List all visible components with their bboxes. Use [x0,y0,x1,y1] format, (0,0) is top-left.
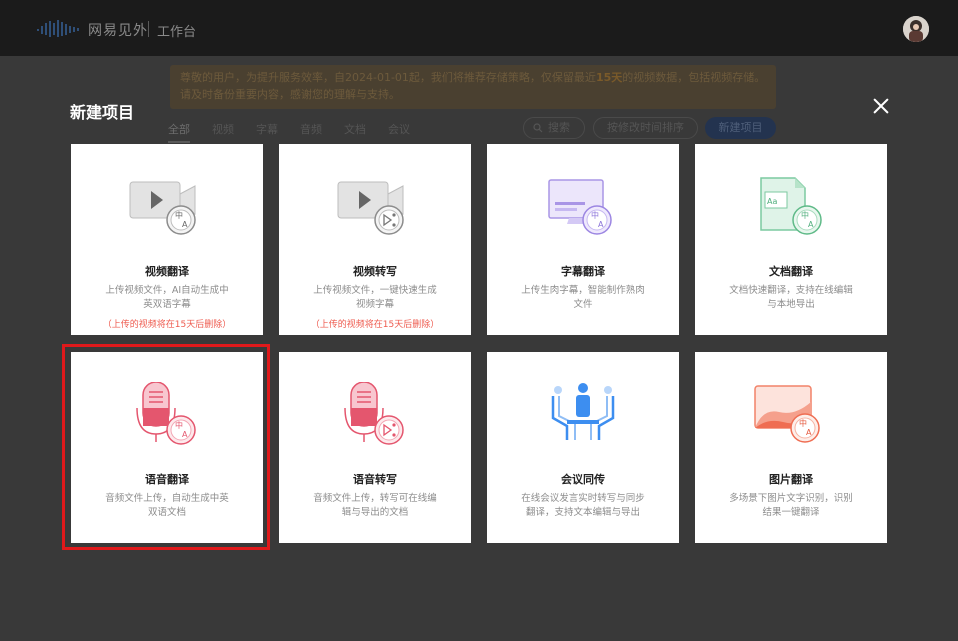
card-title: 会议同传 [561,473,605,486]
image-translate-icon: 中 A [754,385,820,443]
card-description: 在线会议发言实时转写与同步翻译，支持文本编辑与导出 [521,493,645,518]
notice-highlight: 15天 [595,71,623,84]
card-description: 文档快速翻译，支持在线编辑与本地导出 [729,285,853,310]
card-video-translate[interactable]: 中 A 视频翻译 上传视频文件，AI自动生成中英双语字幕 （上传的视频将在15天… [71,144,263,335]
background-sort: 按修改时间排序 ⌄ [593,117,698,154]
card-title: 语音转写 [353,473,397,486]
card-title: 视频翻译 [145,265,189,278]
card-title: 文档翻译 [769,265,813,278]
avatar[interactable] [903,16,929,42]
filter-tab-audio: 音频 [300,123,322,136]
video-transcribe-icon [337,181,404,235]
filter-tab-subtitle: 字幕 [256,123,278,136]
card-title: 图片翻译 [769,473,813,486]
document-translate-icon: Aa 中 A [760,177,822,235]
close-icon[interactable] [870,95,892,117]
brand-name[interactable]: 网易见外 [88,20,148,40]
card-description: 上传视频文件，一键快速生成视频字幕 [313,285,437,310]
brand-divider [148,21,149,37]
card-description: 上传视频文件，AI自动生成中英双语字幕 [105,285,229,310]
logo-icon [37,20,79,37]
modal-title: 新建项目 [70,103,135,122]
card-warning: （上传的视频将在15天后删除） [310,320,440,330]
card-video-transcribe[interactable]: 视频转写 上传视频文件，一键快速生成视频字幕 （上传的视频将在15天后删除） [279,144,471,335]
audio-transcribe-icon [344,382,404,445]
svg-text:Aa: Aa [767,197,777,206]
subtitle-translate-icon: 中 A [548,179,612,235]
background-search: 搜索 [523,117,585,139]
card-title: 视频转写 [353,265,397,278]
avatar-icon [903,16,929,42]
storage-notice: 尊敬的用户，为提升服务效率，自2024-01-01起，我们将推荐存储策略，仅保留… [170,65,776,109]
card-audio-transcribe[interactable]: 语音转写 音频文件上传，转写可在线编辑与导出的文档 [279,352,471,543]
card-subtitle-translate[interactable]: 中 A 字幕翻译 上传生肉字幕，智能制作熟肉文件 [487,144,679,335]
svg-text:中: 中 [591,210,599,220]
filter-tab-document: 文档 [344,123,366,136]
notice-text: 尊敬的用户，为提升服务效率，自2024-01-01起，我们将推荐存储策略，仅保留… [180,71,596,84]
search-icon [533,123,543,133]
card-title: 字幕翻译 [561,265,605,278]
svg-text:A: A [182,220,188,229]
card-document-translate[interactable]: Aa 中 A 文档翻译 文档快速翻译，支持在线编辑与本地导出 [695,144,887,335]
background-new-button: 新建项目 [705,117,776,139]
workspace-label[interactable]: 工作台 [157,21,196,40]
video-translate-icon: 中 A [129,181,196,235]
svg-text:A: A [598,220,604,229]
meeting-interpret-icon [551,383,615,440]
card-image-translate[interactable]: 中 A 图片翻译 多场景下图片文字识别，识别结果一键翻译 [695,352,887,543]
top-bar: 网易见外 工作台 [0,0,958,56]
card-description: 上传生肉字幕，智能制作熟肉文件 [521,285,645,310]
card-description: 音频文件上传，转写可在线编辑与导出的文档 [313,493,437,518]
svg-text:中: 中 [175,210,183,220]
card-description: 多场景下图片文字识别，识别结果一键翻译 [729,493,853,518]
svg-text:中: 中 [799,418,807,428]
filter-tabs: 全部 视频 字幕 音频 文档 会议 [168,121,432,143]
selection-highlight [62,344,270,550]
card-warning: （上传的视频将在15天后删除） [102,320,232,330]
sort-label: 按修改时间排序 [607,121,684,134]
svg-text:中: 中 [801,210,809,220]
card-meeting-interpret[interactable]: 会议同传 在线会议发言实时转写与同步翻译，支持文本编辑与导出 [487,352,679,543]
filter-tab-all: 全部 [168,121,190,143]
svg-text:A: A [806,428,812,437]
search-label: 搜索 [548,121,570,134]
svg-text:A: A [808,220,814,229]
filter-tab-meeting: 会议 [388,123,410,136]
filter-tab-video: 视频 [212,123,234,136]
